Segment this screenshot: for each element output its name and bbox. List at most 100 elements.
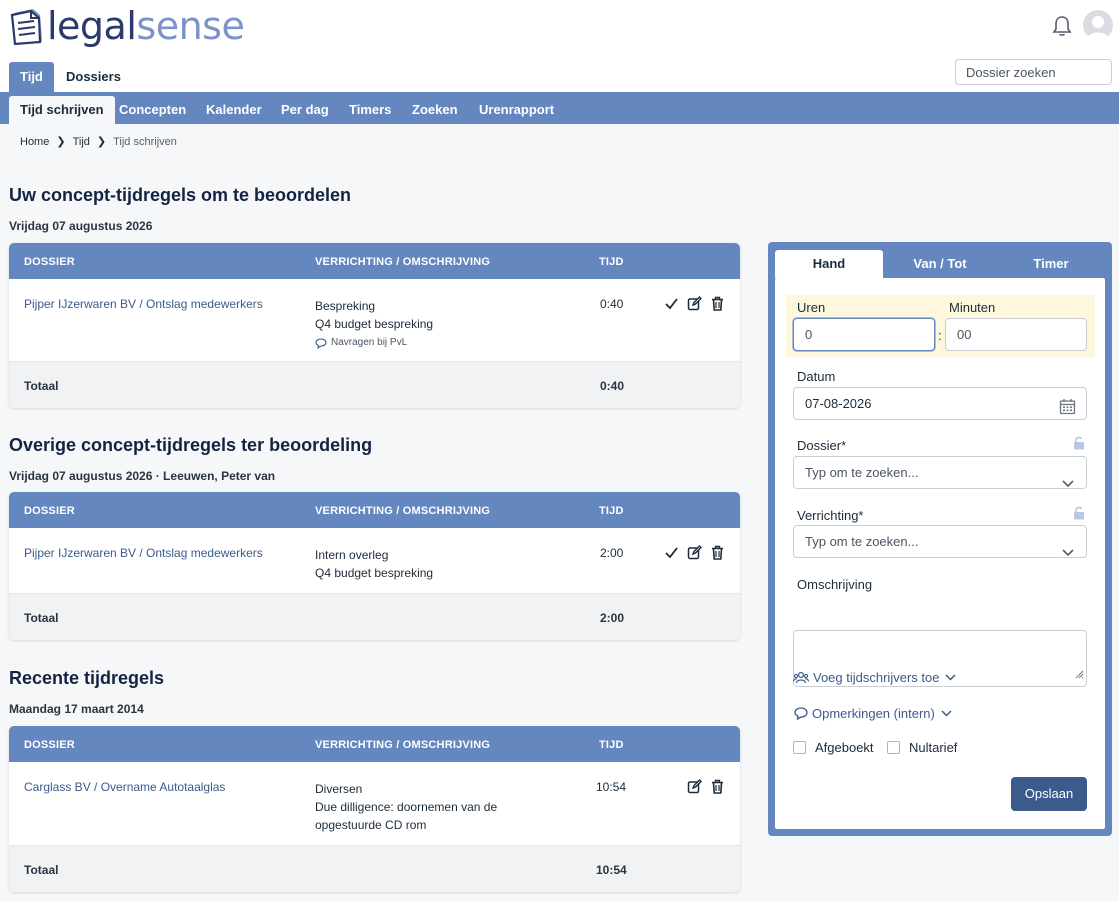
dossier-select[interactable]: Typ om te zoeken... [793,456,1087,489]
row-dossier-link[interactable]: Pijper IJzerwaren BV / Ontslag medewerke… [24,297,263,311]
row-tijd: 2:00 [600,546,624,560]
edit-icon[interactable] [687,779,702,794]
resize-handle-icon[interactable] [1074,666,1084,684]
row-omschrijving: Q4 budget bespreking [315,566,434,580]
user-avatar[interactable] [1083,10,1113,40]
section-title-other-concepts: Overige concept-tijdregels ter beoordeli… [9,435,373,455]
chevron-down-icon [1062,537,1074,557]
table-total-row: Totaal 10:54 [9,846,740,892]
comment-icon [794,707,808,720]
table-header: DOSSIER VERRICHTING / OMSCHRIJVING TIJD [9,492,740,528]
tab-urenrapport[interactable]: Urenrapport [468,96,565,124]
tab-timers[interactable]: Timers [338,96,402,124]
approve-check-icon[interactable] [664,545,679,560]
total-label: Totaal [24,863,59,877]
row-omschrijving: Q4 budget bespreking [315,317,434,331]
unlock-icon[interactable] [1073,506,1085,520]
section-date: Vrijdag 07 augustus 2026 [9,219,153,233]
row-dossier-link[interactable]: Pijper IJzerwaren BV / Ontslag medewerke… [24,546,263,560]
unlock-icon[interactable] [1073,436,1085,450]
row-tijd: 10:54 [596,780,627,794]
add-timewriters-toggle[interactable]: Voeg tijdschrijvers toe [793,670,956,685]
row-omschrijving: opgestuurde CD rom [315,818,427,832]
datum-label: Datum [797,369,836,384]
time-entry-form: Uren Minuten 0 : 00 Datum 07-08-2026 Dos… [775,278,1105,829]
afgeboekt-checkbox[interactable]: Afgeboekt [793,740,874,755]
checkbox-box[interactable] [887,741,900,754]
add-timewriters-label: Voeg tijdschrijvers toe [813,670,940,685]
breadcrumb-home[interactable]: Home [20,136,49,148]
row-note-text: Navragen bij PvL [331,337,408,348]
col-verrichting: VERRICHTING / OMSCHRIJVING [315,505,491,517]
save-button[interactable]: Opslaan [1011,777,1087,811]
total-value: 10:54 [596,863,627,877]
delete-trash-icon[interactable] [710,779,725,794]
datum-input[interactable]: 07-08-2026 [793,387,1087,420]
nultarief-label: Nultarief [909,740,958,755]
table-row: Pijper IJzerwaren BV / Ontslag medewerke… [9,279,740,362]
chevron-down-icon [1062,468,1074,488]
row-dossier-link[interactable]: Carglass BV / Overname Autotaalglas [24,780,225,794]
dossier-search-input[interactable] [955,59,1112,85]
minuten-label: Minuten [949,300,996,315]
tab-concepten[interactable]: Concepten [108,96,197,124]
section-date: Maandag 17 maart 2014 [9,702,144,716]
tab-timer[interactable]: Timer [997,250,1105,278]
table-row: Carglass BV / Overname Autotaalglas Dive… [9,762,740,846]
row-note: Navragen bij PvL [315,334,433,352]
tab-van-tot[interactable]: Van / Tot [886,250,994,278]
notification-bell-icon[interactable] [1051,14,1073,38]
tab-per-dag[interactable]: Per dag [270,96,340,124]
uren-input[interactable]: 0 [793,318,935,351]
section-date: Vrijdag 07 augustus 2026 · Leeuwen, Pete… [9,469,276,483]
nultarief-checkbox[interactable]: Nultarief [887,740,957,755]
app-logo[interactable]: legalsense [9,4,245,48]
chevron-down-icon [941,710,952,717]
tab-dossiers[interactable]: Dossiers [55,62,132,92]
afgeboekt-label: Afgeboekt [815,740,874,755]
row-omschrijving: Due dilligence: doornemen van de [315,800,498,814]
logo-document-icon [9,7,45,46]
tab-zoeken[interactable]: Zoeken [401,96,469,124]
total-value: 2:00 [600,611,625,625]
row-verrichting-label: Diversen [315,782,363,796]
section-title-recent: Recente tijdregels [9,668,165,688]
total-value: 0:40 [600,379,625,393]
remarks-toggle[interactable]: Opmerkingen (intern) [794,706,952,721]
table-total-row: Totaal 0:40 [9,362,740,408]
col-dossier: DOSSIER [24,256,75,268]
edit-icon[interactable] [687,545,702,560]
tab-hand[interactable]: Hand [775,250,883,278]
table-header: DOSSIER VERRICHTING / OMSCHRIJVING TIJD [9,243,740,279]
chevron-down-icon [945,674,956,681]
minuten-input[interactable]: 00 [945,318,1087,351]
col-dossier: DOSSIER [24,505,75,517]
tab-tijd[interactable]: Tijd [9,62,54,92]
row-verrichting: Bespreking Q4 budget bespreking Navragen… [315,297,433,352]
breadcrumb-tijd[interactable]: Tijd [73,136,90,148]
tab-kalender[interactable]: Kalender [195,96,273,124]
row-actions [664,296,725,311]
row-actions [687,779,725,794]
logo-wordmark: legalsense [47,4,245,48]
total-label: Totaal [24,379,59,393]
top-header: legalsense [0,0,1119,62]
edit-icon[interactable] [687,296,702,311]
datum-value: 07-08-2026 [805,396,872,411]
delete-trash-icon[interactable] [710,296,725,311]
verrichting-select[interactable]: Typ om te zoeken... [793,525,1087,558]
approve-check-icon[interactable] [664,296,679,311]
delete-trash-icon[interactable] [710,545,725,560]
checkbox-box[interactable] [793,741,806,754]
verrichting-label: Verrichting* [797,508,864,523]
dossier-placeholder: Typ om te zoeken... [805,465,919,480]
col-dossier: DOSSIER [24,739,75,751]
breadcrumb-current: Tijd schrijven [113,135,177,148]
calendar-icon[interactable] [1059,395,1076,426]
comment-icon [315,337,327,349]
tab-tijd-schrijven[interactable]: Tijd schrijven [9,96,115,124]
row-verrichting-label: Bespreking [315,299,376,313]
total-label: Totaal [24,611,59,625]
row-verrichting-label: Intern overleg [315,548,389,562]
breadcrumb: Home ❯ Tijd ❯ Tijd schrijven [20,135,177,149]
